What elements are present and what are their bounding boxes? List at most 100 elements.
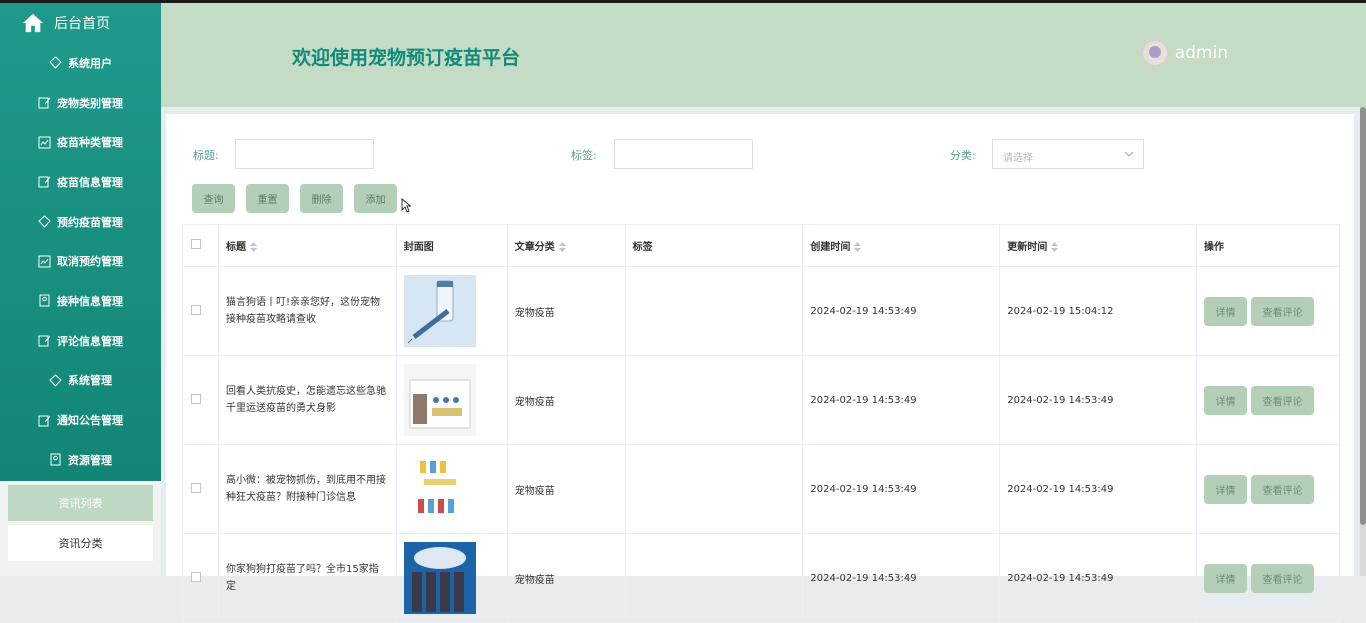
row-title: 你家狗狗打疫苗了吗？全市15家指定 bbox=[217, 533, 397, 623]
table-row[interactable]: 回看人类抗疫史，怎能遗忘这些急驰千里运送疫苗的勇犬身影 宠物疫苗 2024-02-1… bbox=[182, 355, 1340, 445]
view-comments-button[interactable]: 查看评论 bbox=[1251, 474, 1315, 504]
sidebar-item[interactable]: 评论信息管理 bbox=[0, 321, 161, 361]
row-cover-cell bbox=[395, 444, 508, 534]
sidebar-item-label: 资源管理 bbox=[68, 453, 112, 467]
detail-button[interactable]: 详情 bbox=[1204, 296, 1248, 326]
sidebar-item[interactable]: 资源管理 bbox=[0, 440, 161, 480]
sidebar-item[interactable]: 宠物类别管理 bbox=[0, 83, 161, 123]
content-panel: 标题: 标签: 分类: 请选择 查询 重置 删除 添加 标题 封面图 文章分类 … bbox=[166, 114, 1354, 623]
row-updated: 2024-02-19 15:04:12 bbox=[999, 266, 1198, 356]
row-created: 2024-02-19 14:53:49 bbox=[802, 533, 1001, 623]
filter-tag-label: 标签: bbox=[571, 149, 597, 162]
filter-category-label: 分类: bbox=[950, 149, 976, 162]
sort-icon[interactable] bbox=[558, 242, 566, 252]
row-checkbox[interactable] bbox=[191, 482, 201, 493]
edit-icon bbox=[38, 175, 51, 188]
row-created: 2024-02-19 14:53:49 bbox=[802, 355, 1001, 445]
sidebar-item-label: 疫苗种类管理 bbox=[57, 136, 123, 150]
sort-icon[interactable] bbox=[249, 242, 257, 252]
detail-button[interactable]: 详情 bbox=[1204, 385, 1248, 415]
vaccine-vials-image bbox=[403, 453, 476, 525]
sidebar-home-label: 后台首页 bbox=[54, 16, 110, 32]
avatar[interactable] bbox=[1140, 39, 1169, 67]
table-row[interactable]: 猫言狗语丨叮!亲亲您好，这份宠物接种疫苗攻略请查收 宠物疫苗 2024-02-19 … bbox=[182, 266, 1340, 356]
filter-category-select[interactable]: 请选择 bbox=[992, 139, 1144, 169]
column-header-title[interactable]: 标题 bbox=[217, 224, 397, 267]
sidebar-item-label: 系统管理 bbox=[68, 374, 112, 388]
row-checkbox[interactable] bbox=[191, 393, 201, 404]
row-select-cell bbox=[182, 266, 219, 356]
sort-icon[interactable] bbox=[854, 242, 862, 252]
filter-row: 标题: 标签: 分类: 请选择 bbox=[166, 139, 1354, 169]
filter-title-input[interactable] bbox=[235, 139, 374, 169]
sidebar-item[interactable]: 系统用户 bbox=[0, 43, 161, 83]
sidebar-item[interactable]: 预约疫苗管理 bbox=[0, 202, 161, 242]
reset-button[interactable]: 重置 bbox=[246, 184, 289, 213]
row-tag bbox=[624, 266, 804, 356]
row-updated: 2024-02-19 14:53:49 bbox=[999, 355, 1198, 445]
column-header-created[interactable]: 创建时间 bbox=[802, 224, 1001, 267]
sidebar-item-label: 通知公告管理 bbox=[57, 414, 123, 428]
sidebar-item[interactable]: 疫苗信息管理 bbox=[0, 162, 161, 202]
row-updated: 2024-02-19 14:53:49 bbox=[999, 533, 1198, 623]
view-comments-button[interactable]: 查看评论 bbox=[1251, 296, 1315, 326]
row-actions: 详情 查看评论 bbox=[1196, 533, 1340, 623]
edit-icon bbox=[38, 414, 51, 427]
detail-button[interactable]: 详情 bbox=[1204, 474, 1248, 504]
sidebar-menu: 系统用户宠物类别管理疫苗种类管理疫苗信息管理 预约疫苗管理 取消预约管理 接种信息管理… bbox=[0, 43, 161, 480]
chart-icon bbox=[38, 255, 51, 268]
row-select-cell bbox=[182, 444, 219, 534]
username: admin bbox=[1174, 43, 1228, 63]
submenu-item-news-category[interactable]: 资讯分类 bbox=[8, 525, 153, 561]
row-actions: 详情 查看评论 bbox=[1196, 444, 1340, 534]
table-row[interactable]: 高小微：被宠物抓伤，到底用不用接种狂犬疫苗？附接种门诊信息 宠物疫苗 2024-02… bbox=[182, 444, 1340, 534]
diamond-icon bbox=[49, 56, 62, 70]
diamond-icon bbox=[49, 374, 62, 387]
select-all-checkbox[interactable] bbox=[191, 239, 201, 249]
chart-icon bbox=[38, 136, 51, 149]
delete-button[interactable]: 删除 bbox=[300, 184, 343, 213]
diamond-icon bbox=[38, 215, 51, 228]
column-header-updated[interactable]: 更新时间 bbox=[999, 224, 1198, 267]
view-comments-button[interactable]: 查看评论 bbox=[1251, 385, 1315, 415]
row-title: 猫言狗语丨叮!亲亲您好，这份宠物接种疫苗攻略请查收 bbox=[217, 266, 397, 356]
select-all-cell bbox=[182, 224, 219, 267]
column-header-actions: 操作 bbox=[1196, 224, 1340, 267]
column-header-category[interactable]: 文章分类 bbox=[506, 224, 626, 267]
sidebar-submenu: 资讯列表 资讯分类 bbox=[0, 481, 161, 576]
row-updated: 2024-02-19 14:53:49 bbox=[999, 444, 1198, 534]
detail-button[interactable]: 详情 bbox=[1204, 563, 1248, 593]
badge-icon bbox=[38, 294, 51, 307]
filter-tag-input[interactable] bbox=[614, 139, 753, 169]
filter-title-label: 标题: bbox=[193, 149, 219, 162]
user-menu[interactable]: admin bbox=[1140, 39, 1228, 67]
sort-icon[interactable] bbox=[1051, 242, 1059, 252]
row-checkbox[interactable] bbox=[191, 304, 201, 315]
table-body: 猫言狗语丨叮!亲亲您好，这份宠物接种疫苗攻略请查收 宠物疫苗 2024-02-19 … bbox=[182, 266, 1340, 623]
edit-icon bbox=[38, 334, 51, 347]
view-comments-button[interactable]: 查看评论 bbox=[1251, 563, 1315, 593]
row-actions: 详情 查看评论 bbox=[1196, 266, 1340, 356]
sidebar-home[interactable]: 后台首页 bbox=[0, 3, 161, 43]
top-header: 欢迎使用宠物预订疫苗平台 admin bbox=[161, 3, 1366, 107]
vaccine-syringe-image bbox=[403, 275, 476, 347]
table-row[interactable]: 你家狗狗打疫苗了吗？全市15家指定 宠物疫苗 2024-02-19 14:53:49… bbox=[182, 533, 1340, 623]
scrollbar[interactable] bbox=[1360, 107, 1366, 576]
scrollbar-thumb[interactable] bbox=[1360, 107, 1366, 525]
query-button[interactable]: 查询 bbox=[192, 184, 235, 213]
sidebar-item-label: 系统用户 bbox=[68, 56, 112, 70]
home-icon bbox=[22, 13, 44, 33]
submenu-item-news-list[interactable]: 资讯列表 bbox=[8, 485, 153, 521]
row-created: 2024-02-19 14:53:49 bbox=[802, 266, 1001, 356]
sidebar-item[interactable]: 通知公告管理 bbox=[0, 400, 161, 440]
sidebar-item[interactable]: 接种信息管理 bbox=[0, 281, 161, 321]
sidebar-item-label: 评论信息管理 bbox=[57, 334, 123, 348]
add-button[interactable]: 添加 bbox=[354, 184, 397, 213]
sidebar-item[interactable]: 取消预约管理 bbox=[0, 241, 161, 281]
sidebar-item[interactable]: 疫苗种类管理 bbox=[0, 122, 161, 162]
row-checkbox[interactable] bbox=[191, 571, 201, 582]
row-category: 宠物疫苗 bbox=[506, 266, 626, 356]
action-buttons: 查询 重置 删除 添加 bbox=[192, 184, 408, 213]
row-title: 高小微：被宠物抓伤，到底用不用接种狂犬疫苗？附接种门诊信息 bbox=[217, 444, 397, 534]
sidebar-item[interactable]: 系统管理 bbox=[0, 361, 161, 401]
